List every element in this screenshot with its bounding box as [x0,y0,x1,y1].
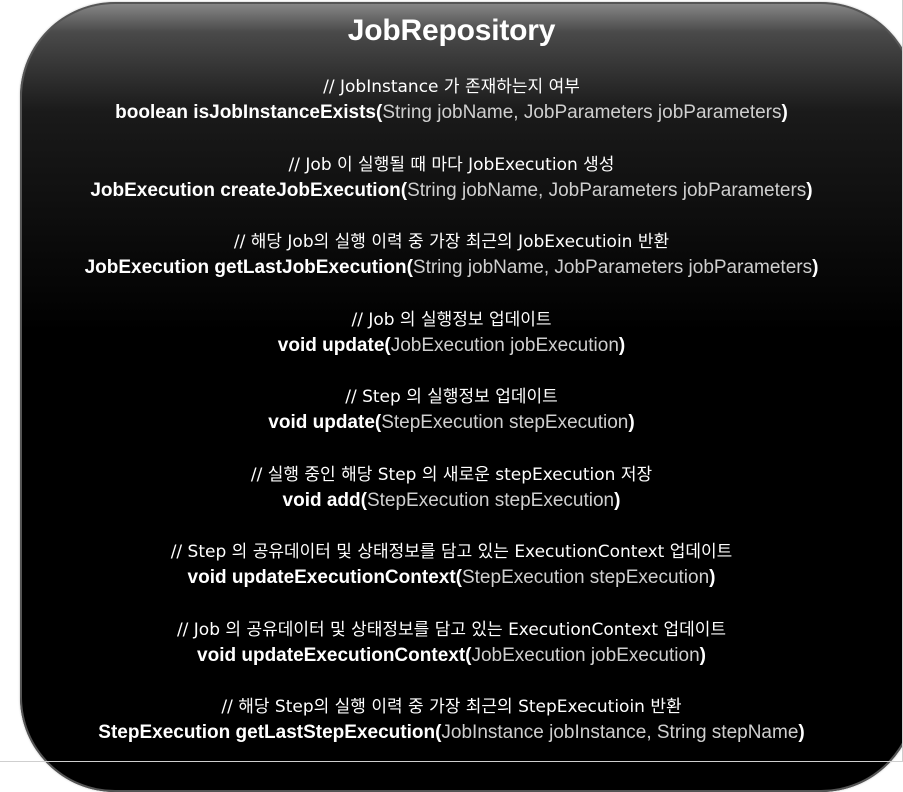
method-params: StepExecution stepExecution [366,489,615,511]
method-entry: // Step 의 실행정보 업데이트 void update(StepExec… [0,384,903,462]
method-name: JobExecution createJobExecution( [90,179,408,201]
method-name: void updateExecutionContext( [187,567,462,588]
method-entry: // Job 이 실행될 때 마다 JobExecution 생성 JobExe… [0,152,903,230]
method-entry: // Step 의 공유데이터 및 상태정보를 담고 있는 ExecutionC… [0,539,903,617]
method-comment: // 해당 Job의 실행 이력 중 가장 최근의 JobExecutioin … [233,232,670,252]
method-name: void update( [268,412,382,433]
method-comment: // JobInstance 가 존재하는지 여부 [323,77,580,97]
method-close-paren: ) [812,257,819,278]
method-entry: // 실행 중인 해당 Step 의 새로운 stepExecution 저장 … [0,462,903,540]
method-name: boolean isJobInstanceExists( [115,102,383,123]
method-comment: // Step 의 실행정보 업데이트 [345,387,558,407]
method-name: JobExecution getLastJobExecution( [84,257,413,278]
method-name: void updateExecutionContext( [197,644,472,666]
method-close-paren: ) [618,334,626,356]
method-signature: boolean isJobInstanceExists(String jobNa… [0,100,903,126]
method-comment: // Step 의 공유데이터 및 상태정보를 담고 있는 ExecutionC… [170,542,733,562]
method-signature: StepExecution getLastStepExecution(JobIn… [0,720,903,746]
method-name: void update( [277,334,391,356]
method-close-paren: ) [709,567,716,588]
method-comment: // 해당 Step의 실행 이력 중 가장 최근의 StepExecutioi… [221,697,682,717]
method-close-paren: ) [781,102,788,123]
method-entry: // JobInstance 가 존재하는지 여부 boolean isJobI… [0,74,903,152]
method-params: String jobName, JobParameters jobParamet… [382,102,782,123]
method-entry: // Job 의 실행정보 업데이트 void update(JobExecut… [0,307,903,385]
method-signature: void updateExecutionContext(StepExecutio… [0,565,903,591]
method-close-paren: ) [614,489,621,511]
method-params: String jobName, JobParameters jobParamet… [407,179,807,201]
method-params: JobInstance jobInstance, String stepName [441,722,799,743]
method-list: // JobInstance 가 존재하는지 여부 boolean isJobI… [0,74,903,772]
method-entry: // Job 의 공유데이터 및 상태정보를 담고 있는 ExecutionCo… [0,617,903,695]
method-signature: JobExecution getLastJobExecution(String … [0,255,903,281]
method-entry: // 해당 Job의 실행 이력 중 가장 최근의 JobExecutioin … [0,229,903,307]
method-comment: // Job 의 공유데이터 및 상태정보를 담고 있는 ExecutionCo… [176,619,727,640]
method-params: StepExecution stepExecution [381,412,629,433]
method-comment: // Job 의 실행정보 업데이트 [351,309,552,330]
method-close-paren: ) [806,179,813,201]
method-params: String jobName, JobParameters jobParamet… [412,257,813,278]
method-close-paren: ) [628,412,635,433]
method-params: StepExecution stepExecution [461,567,710,588]
method-signature: void update(JobExecution jobExecution) [0,333,903,359]
method-signature: JobExecution createJobExecution(String j… [0,178,903,204]
method-signature: void updateExecutionContext(JobExecution… [0,643,903,669]
method-signature: void update(StepExecution stepExecution) [0,410,903,436]
method-close-paren: ) [699,644,706,666]
method-name: StepExecution getLastStepExecution( [98,722,442,743]
method-params: JobExecution jobExecution [471,644,700,666]
method-name: void add( [282,489,367,511]
method-entry: // 해당 Step의 실행 이력 중 가장 최근의 StepExecutioi… [0,694,903,772]
method-close-paren: ) [798,722,805,743]
method-params: JobExecution jobExecution [390,334,619,356]
method-comment: // 실행 중인 해당 Step 의 새로운 stepExecution 저장 [250,464,653,485]
method-signature: void add(StepExecution stepExecution) [0,488,903,514]
panel-title: JobRepository [347,14,556,47]
method-comment: // Job 이 실행될 때 마다 JobExecution 생성 [288,154,615,175]
